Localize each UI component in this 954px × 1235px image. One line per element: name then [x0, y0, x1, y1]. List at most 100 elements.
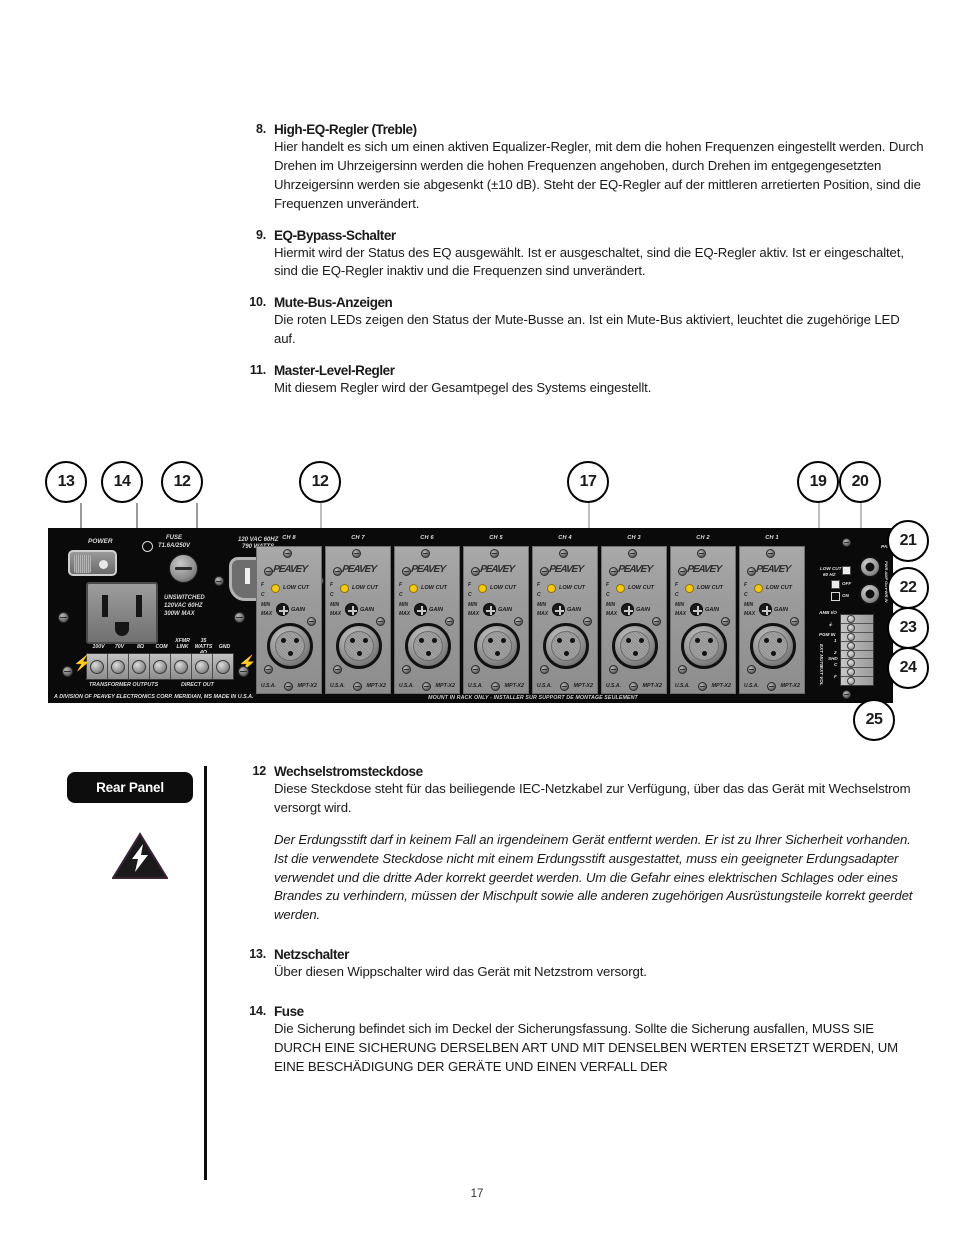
euroblock-pin[interactable]: [841, 642, 873, 651]
gain-min-label: MIN: [744, 602, 754, 608]
euroblock-pin[interactable]: [841, 624, 873, 633]
entry-title: Netzschalter: [274, 947, 349, 963]
off-dip-switch[interactable]: [831, 580, 840, 589]
channel-module[interactable]: CH 3 PEAVEY F C LOW CUT MIN MAX GAIN U.S.A. MPT-X…: [601, 535, 667, 694]
gain-min-label: MIN: [468, 602, 478, 608]
terminal-post[interactable]: [150, 654, 171, 679]
power-amp-jack[interactable]: [859, 583, 881, 605]
terminal-post[interactable]: [129, 654, 150, 679]
on-dip-switch[interactable]: [831, 592, 840, 601]
channel-module[interactable]: CH 4 PEAVEY F C LOW CUT MIN MAX GAIN U.S.A. MPT-X…: [532, 535, 598, 694]
shd-label: SHD: [828, 656, 838, 661]
filter-f-label: F: [399, 582, 403, 588]
module-screw: [698, 682, 707, 691]
terminal-post[interactable]: [108, 654, 129, 679]
entry-title: Wechselstromsteckdose: [274, 764, 423, 779]
channel-module[interactable]: CH 8 PEAVEY F C LOW CUT MIN MAX GAIN U.S.A. MPT-X…: [256, 535, 322, 694]
ground-symbol-icon: ⏚: [828, 622, 833, 627]
model-label: MPT-X2: [780, 683, 800, 689]
xlr-input-connector[interactable]: [543, 623, 589, 669]
xlr-input-connector[interactable]: [750, 623, 796, 669]
low-cut-led-icon: [616, 584, 625, 593]
low-cut-label: LOW CUT: [628, 585, 655, 591]
gain-max-label: MAX: [399, 611, 411, 617]
instruction-entry: 8. High-EQ-Regler (Treble) Hier handelt es…: [228, 122, 924, 214]
model-label: MPT-X2: [642, 683, 662, 689]
low-cut-dip-switch[interactable]: [842, 566, 851, 575]
gain-trim-knob[interactable]: [621, 603, 634, 616]
xlr-ring: [344, 631, 374, 661]
entry-body: Fuse Die Sicherung befindet sich im Decke…: [274, 1004, 924, 1077]
filter-fc-labels: FC: [675, 580, 679, 600]
entry-body: High-EQ-Regler (Treble) Hier handelt es s…: [274, 122, 924, 214]
euroblock-pin[interactable]: [841, 677, 873, 685]
filter-fc-labels: FC: [744, 580, 748, 600]
gain-trim-knob[interactable]: [552, 603, 565, 616]
module-screw: [491, 682, 500, 691]
gain-trim-knob[interactable]: [483, 603, 496, 616]
fuse-holder[interactable]: [169, 554, 198, 583]
module-screw: [264, 665, 273, 674]
module-screw: [402, 567, 411, 576]
euroblock-pin[interactable]: [841, 659, 873, 669]
origin-label: U.S.A.: [330, 683, 345, 689]
channel-module[interactable]: CH 2 PEAVEY F C LOW CUT MIN MAX GAIN U.S.A. MPT-X…: [670, 535, 736, 694]
xlr-pin: [350, 638, 355, 643]
channel-module[interactable]: CH 1 PEAVEY F C LOW CUT MIN MAX GAIN U.S.A. MPT-X…: [739, 535, 805, 694]
xlr-input-connector[interactable]: [267, 623, 313, 669]
xlr-input-connector[interactable]: [405, 623, 451, 669]
channel-module[interactable]: CH 7 PEAVEY F C LOW CUT MIN MAX GAIN U.S.A. MPT-X…: [325, 535, 391, 694]
origin-label: U.S.A.: [261, 683, 276, 689]
page-number: 17: [470, 1188, 484, 1200]
model-label: MPT-X2: [573, 683, 593, 689]
low-cut-led-icon: [685, 584, 694, 593]
gain-label: GAIN: [291, 607, 305, 613]
module-screw: [376, 617, 385, 626]
gain-min-label: MIN: [261, 602, 271, 608]
gain-trim-knob[interactable]: [690, 603, 703, 616]
channel-module[interactable]: CH 6 PEAVEY F C LOW CUT MIN MAX GAIN U.S.A. MPT-X…: [394, 535, 460, 694]
gain-label: GAIN: [567, 607, 581, 613]
chassis-screw: [842, 690, 851, 699]
xlr-input-connector[interactable]: [474, 623, 520, 669]
amb-io-label: AMB I/O: [819, 610, 837, 615]
patch-jack[interactable]: [859, 556, 881, 578]
xlr-pin: [570, 638, 575, 643]
low-cut-label: LOW CUT: [283, 585, 310, 591]
terminal-post[interactable]: [192, 654, 213, 679]
gain-label: GAIN: [774, 607, 788, 613]
xlr-ring: [758, 631, 788, 661]
euroblock-pin[interactable]: [841, 651, 873, 660]
terminal-post[interactable]: [171, 654, 192, 679]
entry-number: 13.: [249, 947, 266, 962]
euroblock-pin[interactable]: [841, 615, 873, 624]
filter-c-label: C: [537, 592, 541, 598]
gain-trim-knob[interactable]: [276, 603, 289, 616]
euroblock-pin[interactable]: [841, 633, 873, 642]
gain-trim-knob[interactable]: [345, 603, 358, 616]
gain-range-labels: MIN MAX: [675, 601, 686, 619]
low-cut-led-icon: [409, 584, 418, 593]
module-screw: [422, 682, 431, 691]
gain-trim-knob[interactable]: [414, 603, 427, 616]
transformer-terminal-strip[interactable]: [86, 653, 234, 680]
xlr-input-connector[interactable]: [336, 623, 382, 669]
xlr-input-connector[interactable]: [612, 623, 658, 669]
gain-trim-knob[interactable]: [759, 603, 772, 616]
euroblock-pin[interactable]: [841, 668, 873, 678]
gain-range-labels: MIN MAX: [330, 601, 341, 619]
leader-line-17-drop: [588, 503, 590, 531]
gain-label: GAIN: [636, 607, 650, 613]
euroblock-terminal[interactable]: [840, 614, 874, 686]
unswitched-ac-outlet[interactable]: [86, 582, 158, 644]
low-cut-label: LOW CUT: [490, 585, 517, 591]
module-screw: [283, 549, 292, 558]
module-screw: [747, 567, 756, 576]
xlr-input-connector[interactable]: [681, 623, 727, 669]
terminal-post[interactable]: [213, 654, 233, 679]
channel-module[interactable]: CH 5 PEAVEY F C LOW CUT MIN MAX GAIN U.S.A. MPT-X…: [463, 535, 529, 694]
gain-label: GAIN: [360, 607, 374, 613]
power-rocker-switch[interactable]: [68, 550, 117, 576]
xlr-pin: [557, 638, 562, 643]
gain-min-label: MIN: [675, 602, 685, 608]
